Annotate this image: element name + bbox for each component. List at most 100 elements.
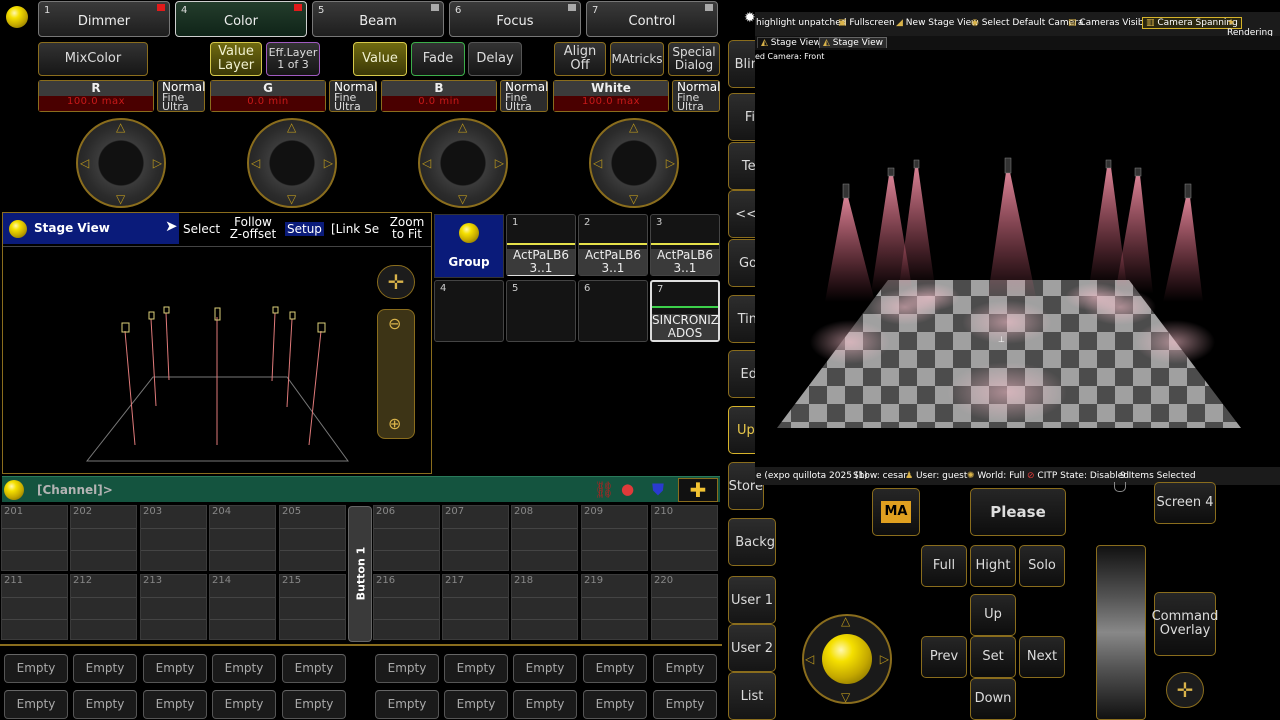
encoder-r[interactable]: △ ▽ ◁ ▷ <box>76 118 166 208</box>
fader-cell[interactable]: 202 <box>70 505 137 571</box>
group-pool-item[interactable]: 6 <box>578 280 648 342</box>
executor-button[interactable]: Empty <box>375 690 439 719</box>
setup-button[interactable]: Setup <box>285 222 324 236</box>
encoder-white[interactable]: △ ▽ ◁ ▷ <box>589 118 679 208</box>
fader-cell[interactable]: 217 <box>442 574 509 640</box>
highlight-unpatched-toggle[interactable]: highlight unpatched <box>756 18 847 28</box>
executor-button[interactable]: Empty <box>73 654 137 683</box>
executor-button[interactable]: Empty <box>212 690 276 719</box>
stage-view-ball-icon[interactable] <box>9 220 27 238</box>
please-button[interactable]: Please <box>970 488 1066 536</box>
executor-button[interactable]: Empty <box>513 690 577 719</box>
executor-button[interactable]: Empty <box>73 690 137 719</box>
visualizer-tab-stage-view-active[interactable]: ◭ Stage View <box>819 37 888 48</box>
tab-focus[interactable]: 6 Focus <box>449 1 581 37</box>
attribute-g[interactable]: G 0.0 min <box>210 80 326 112</box>
add-button[interactable]: ✚ <box>678 478 718 502</box>
stage-3d-render[interactable]: ⊥ <box>755 62 1280 454</box>
fader-cell[interactable]: 208 <box>511 505 578 571</box>
executor-button[interactable]: Empty <box>444 654 508 683</box>
executor-button[interactable]: Empty <box>282 654 346 683</box>
command-line-bar[interactable]: [Channel]> ⛓ ● ⛊ ✚ <box>2 476 720 502</box>
follow-z-offset-button[interactable]: Follow Z-offset <box>227 216 279 240</box>
resolution-mode-g[interactable]: Normal Fine Ultra <box>329 80 377 112</box>
executor-button[interactable]: Empty <box>653 690 717 719</box>
set-button[interactable]: Set <box>970 636 1016 678</box>
tab-dimmer[interactable]: 1 Dimmer <box>38 1 170 37</box>
side-button-background[interactable]: Backg <box>728 518 776 566</box>
executor-button[interactable]: Empty <box>4 654 68 683</box>
executor-button[interactable]: Empty <box>444 690 508 719</box>
select-button[interactable]: Select <box>183 222 220 236</box>
new-stage-view-button[interactable]: ◢ New Stage View <box>896 18 979 28</box>
select-default-camera-button[interactable]: ◉ Select Default Camera <box>971 18 1083 28</box>
zoom-in-icon[interactable]: ⊕ <box>388 414 401 433</box>
executor-button[interactable]: Empty <box>375 654 439 683</box>
side-button-user-2[interactable]: User 2 <box>728 624 776 672</box>
move-icon-button[interactable]: ✛ <box>1166 672 1204 708</box>
executor-button[interactable]: Empty <box>513 654 577 683</box>
fader-cell[interactable]: 207 <box>442 505 509 571</box>
executor-button[interactable]: Empty <box>653 654 717 683</box>
fader-cell[interactable]: 204 <box>209 505 276 571</box>
attribute-r[interactable]: R 100.0 max <box>38 80 154 112</box>
value-button[interactable]: Value <box>353 42 407 76</box>
fixture-ball-icon[interactable] <box>6 6 28 28</box>
group-pool-item[interactable]: 5 <box>506 280 576 342</box>
special-dialog-button[interactable]: Special Dialog <box>668 42 720 76</box>
cameras-visible-toggle[interactable]: ▤ Cameras Visible <box>1068 18 1152 28</box>
group-pool-item[interactable]: 3 ActPaLB6 3..1 <box>650 214 720 276</box>
resolution-mode-white[interactable]: Normal Fine Ultra <box>672 80 720 112</box>
ma-logo-button[interactable]: MA <box>872 488 920 536</box>
link-selection-button[interactable]: [Link Se <box>331 222 379 236</box>
delay-button[interactable]: Delay <box>468 42 522 76</box>
executor-button[interactable]: Empty <box>212 654 276 683</box>
fader-cell[interactable]: 212 <box>70 574 137 640</box>
executor-button[interactable]: Empty <box>143 654 207 683</box>
fader-cell[interactable]: 209 <box>581 505 648 571</box>
command-overlay-button[interactable]: Command Overlay <box>1152 592 1218 656</box>
resolution-mode-b[interactable]: Normal Fine Ultra <box>500 80 548 112</box>
fullscreen-button[interactable]: ▣ Fullscreen <box>838 18 895 28</box>
executor-button[interactable]: Empty <box>583 654 647 683</box>
fader-cell[interactable]: 201 <box>1 505 68 571</box>
encoder-b[interactable]: △ ▽ ◁ ▷ <box>418 118 508 208</box>
button-1[interactable]: Button 1 <box>348 506 372 642</box>
group-pool-item[interactable]: 7 SINCRONIZ ADOS <box>650 280 720 342</box>
executor-button[interactable]: Empty <box>583 690 647 719</box>
matricks-button[interactable]: MAtricks <box>610 42 664 76</box>
side-button-list[interactable]: List <box>728 672 776 720</box>
executor-button[interactable]: Empty <box>4 690 68 719</box>
hight-button[interactable]: Hight <box>970 545 1016 587</box>
fader-cell[interactable]: 214 <box>209 574 276 640</box>
mixcolor-button[interactable]: MixColor <box>38 42 148 76</box>
eff-layer-button[interactable]: Eff.Layer 1 of 3 <box>266 42 320 76</box>
fader-cell[interactable]: 215 <box>279 574 346 640</box>
fader-cell[interactable]: 210 <box>651 505 718 571</box>
fade-button[interactable]: Fade <box>411 42 465 76</box>
tab-beam[interactable]: 5 Beam <box>312 1 444 37</box>
fader-cell[interactable]: 218 <box>511 574 578 640</box>
stage-view-canvas[interactable]: ✛ ⊖ ⊕ <box>3 246 431 473</box>
fader-cell[interactable]: 220 <box>651 574 718 640</box>
fader-cell[interactable]: 211 <box>1 574 68 640</box>
tab-color[interactable]: 4 Color <box>175 1 307 37</box>
grand-master-fader[interactable] <box>1096 545 1146 720</box>
fader-cell[interactable]: 213 <box>140 574 207 640</box>
align-off-button[interactable]: Align Off <box>554 42 606 76</box>
fader-cell[interactable]: 203 <box>140 505 207 571</box>
resolution-mode-r[interactable]: Normal Fine Ultra <box>157 80 205 112</box>
encoder-g[interactable]: △ ▽ ◁ ▷ <box>247 118 337 208</box>
side-button-user-1[interactable]: User 1 <box>728 576 776 624</box>
up-button[interactable]: Up <box>970 594 1016 636</box>
executor-button[interactable]: Empty <box>282 690 346 719</box>
tab-control[interactable]: 7 Control <box>586 1 718 37</box>
down-button[interactable]: Down <box>970 678 1016 720</box>
executor-button[interactable]: Empty <box>143 690 207 719</box>
zoom-slider[interactable]: ⊖ ⊕ <box>377 309 415 439</box>
rendering-button[interactable]: ★ Rendering <box>1227 18 1280 38</box>
fader-cell[interactable]: 219 <box>581 574 648 640</box>
move-view-button[interactable]: ✛ <box>377 265 415 299</box>
group-pool-item[interactable]: 2 ActPaLB6 3..1 <box>578 214 648 276</box>
visualizer-tab-stage-view[interactable]: ◭ Stage View <box>757 37 826 48</box>
